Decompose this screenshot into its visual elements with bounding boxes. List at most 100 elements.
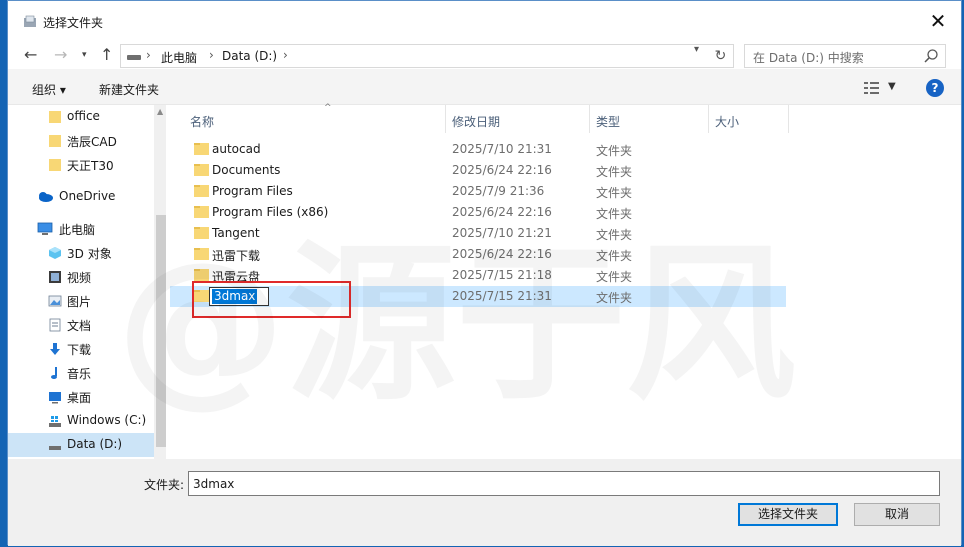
file-date: 2025/6/24 22:16 [452, 163, 552, 177]
file-row[interactable]: 迅雷下载 2025/6/24 22:16 文件夹 [170, 244, 786, 265]
nav-item-label: 3D 对象 [67, 247, 112, 261]
file-row[interactable]: autocad 2025/7/10 21:31 文件夹 [170, 139, 786, 160]
highlight-rename-box [192, 281, 351, 318]
close-icon: ✕ [929, 9, 947, 33]
nav-item-haochen-cad[interactable]: 浩辰CAD [8, 129, 154, 153]
forward-arrow-icon[interactable]: → [54, 45, 67, 64]
title-bar: 选择文件夹 ✕ [8, 1, 961, 41]
help-icon[interactable]: ? [926, 79, 944, 97]
file-row[interactable]: Documents 2025/6/24 22:16 文件夹 [170, 160, 786, 181]
organize-menu-button[interactable]: 组织 ▾ [32, 81, 66, 98]
bottom-panel: 文件夹: 选择文件夹 取消 [8, 459, 961, 546]
nav-item-label: 桌面 [67, 391, 92, 405]
file-row[interactable]: Program Files 2025/7/9 21:36 文件夹 [170, 181, 786, 202]
file-type: 文件夹 [596, 270, 633, 284]
file-type: 文件夹 [596, 144, 633, 158]
folder-icon [194, 143, 209, 155]
nav-item-data-d[interactable]: Data (D:) [8, 433, 154, 457]
nav-item-3d-objects[interactable]: 3D 对象 [8, 241, 154, 265]
cloud-icon [39, 192, 53, 202]
search-icon [924, 49, 938, 63]
column-header-label: 修改日期 [452, 115, 501, 129]
file-type: 文件夹 [596, 228, 633, 242]
nav-item-videos[interactable]: 视频 [8, 265, 154, 289]
scroll-up-arrow-icon[interactable]: ▲ [157, 107, 163, 116]
folder-icon [194, 164, 209, 176]
file-row[interactable]: Program Files (x86) 2025/6/24 22:16 文件夹 [170, 202, 786, 223]
file-row[interactable]: Tangent 2025/7/10 21:21 文件夹 [170, 223, 786, 244]
view-dropdown-chevron-icon[interactable]: ▼ [888, 81, 896, 92]
column-header-label: 类型 [596, 115, 621, 129]
music-icon [51, 367, 57, 379]
nav-item-music[interactable]: 音乐 [8, 361, 154, 385]
folder-name-input[interactable] [188, 471, 940, 496]
recent-locations-chevron-icon[interactable]: ▾ [82, 50, 87, 60]
nav-item-label: Windows (C:) [67, 413, 147, 427]
file-name: Tangent [212, 226, 260, 240]
folder-icon [194, 206, 209, 218]
file-type: 文件夹 [596, 165, 633, 179]
refresh-button[interactable]: ↻ [708, 44, 734, 68]
nav-item-label: office [67, 109, 100, 123]
file-type: 文件夹 [596, 186, 633, 200]
documents-icon [49, 318, 61, 332]
nav-item-label: OneDrive [59, 189, 116, 203]
navigation-pane: office 浩辰CAD 天正T30 OneDrive 此电脑 3D 对象 视频… [8, 105, 166, 459]
content-area: office 浩辰CAD 天正T30 OneDrive 此电脑 3D 对象 视频… [8, 103, 961, 459]
address-bar[interactable]: › 此电脑 › Data (D:) › [120, 44, 716, 68]
folder-icon [194, 227, 209, 239]
folder-field-label: 文件夹: [144, 478, 185, 492]
nav-pane-scrollbar[interactable]: ▲ [154, 105, 166, 459]
refresh-icon: ↻ [714, 48, 727, 64]
view-options-icon[interactable] [863, 81, 881, 95]
breadcrumb-chevron-icon[interactable]: › [283, 48, 288, 62]
address-dropdown-chevron-icon[interactable]: ▾ [694, 44, 699, 55]
file-date: 2025/7/10 21:31 [452, 142, 552, 156]
breadcrumb-chevron-icon[interactable]: › [146, 48, 151, 62]
folder-icon [49, 159, 61, 171]
nav-item-pictures[interactable]: 图片 [8, 289, 154, 313]
folder-icon [49, 111, 61, 123]
scrollbar-thumb[interactable] [156, 215, 166, 447]
breadcrumb-chevron-icon[interactable]: › [209, 48, 214, 62]
nav-item-documents[interactable]: 文档 [8, 313, 154, 337]
nav-item-label: 浩辰CAD [67, 135, 117, 149]
dialog-app-icon [24, 15, 36, 27]
download-icon [50, 343, 60, 355]
nav-item-label: 下载 [67, 343, 92, 357]
file-name: Program Files (x86) [212, 205, 329, 219]
file-name: 迅雷下载 [212, 249, 261, 263]
file-date: 2025/7/9 21:36 [452, 184, 545, 198]
folder-icon [49, 135, 61, 147]
select-folder-button[interactable]: 选择文件夹 [738, 503, 838, 526]
close-button[interactable]: ✕ [915, 1, 961, 41]
column-header-type[interactable]: 类型 [590, 105, 709, 133]
file-name: Program Files [212, 184, 293, 198]
file-type: 文件夹 [596, 291, 633, 305]
breadcrumb-data-drive[interactable]: Data (D:) [222, 49, 277, 63]
file-date: 2025/6/24 22:16 [452, 247, 552, 261]
column-header-size[interactable]: 大小 [709, 105, 789, 133]
nav-item-desktop[interactable]: 桌面 [8, 385, 154, 409]
search-box[interactable]: 在 Data (D:) 中搜索 [744, 44, 946, 68]
cancel-button[interactable]: 取消 [854, 503, 940, 526]
pictures-icon [48, 295, 62, 307]
file-date: 2025/6/24 22:16 [452, 205, 552, 219]
column-header-date[interactable]: 修改日期 [446, 105, 590, 133]
nav-item-this-pc[interactable]: 此电脑 [8, 217, 154, 241]
command-toolbar: 组织 ▾ 新建文件夹 ▼ ? [8, 69, 961, 105]
nav-item-tangent-t30[interactable]: 天正T30 [8, 153, 154, 177]
nav-item-onedrive[interactable]: OneDrive [8, 185, 154, 209]
nav-item-label: 文档 [67, 319, 92, 333]
folder-icon [194, 185, 209, 197]
back-arrow-icon[interactable]: ← [24, 45, 37, 64]
new-folder-button[interactable]: 新建文件夹 [99, 81, 159, 98]
3d-objects-icon [49, 247, 61, 259]
drive-icon [127, 55, 141, 60]
nav-item-windows-c[interactable]: Windows (C:) [8, 409, 154, 433]
breadcrumb-this-pc[interactable]: 此电脑 [161, 49, 197, 66]
up-arrow-icon[interactable]: ↑ [100, 45, 113, 64]
nav-item-downloads[interactable]: 下载 [8, 337, 154, 361]
column-header-name[interactable]: 名称 ^ [184, 103, 446, 133]
nav-item-office[interactable]: office [8, 105, 154, 129]
